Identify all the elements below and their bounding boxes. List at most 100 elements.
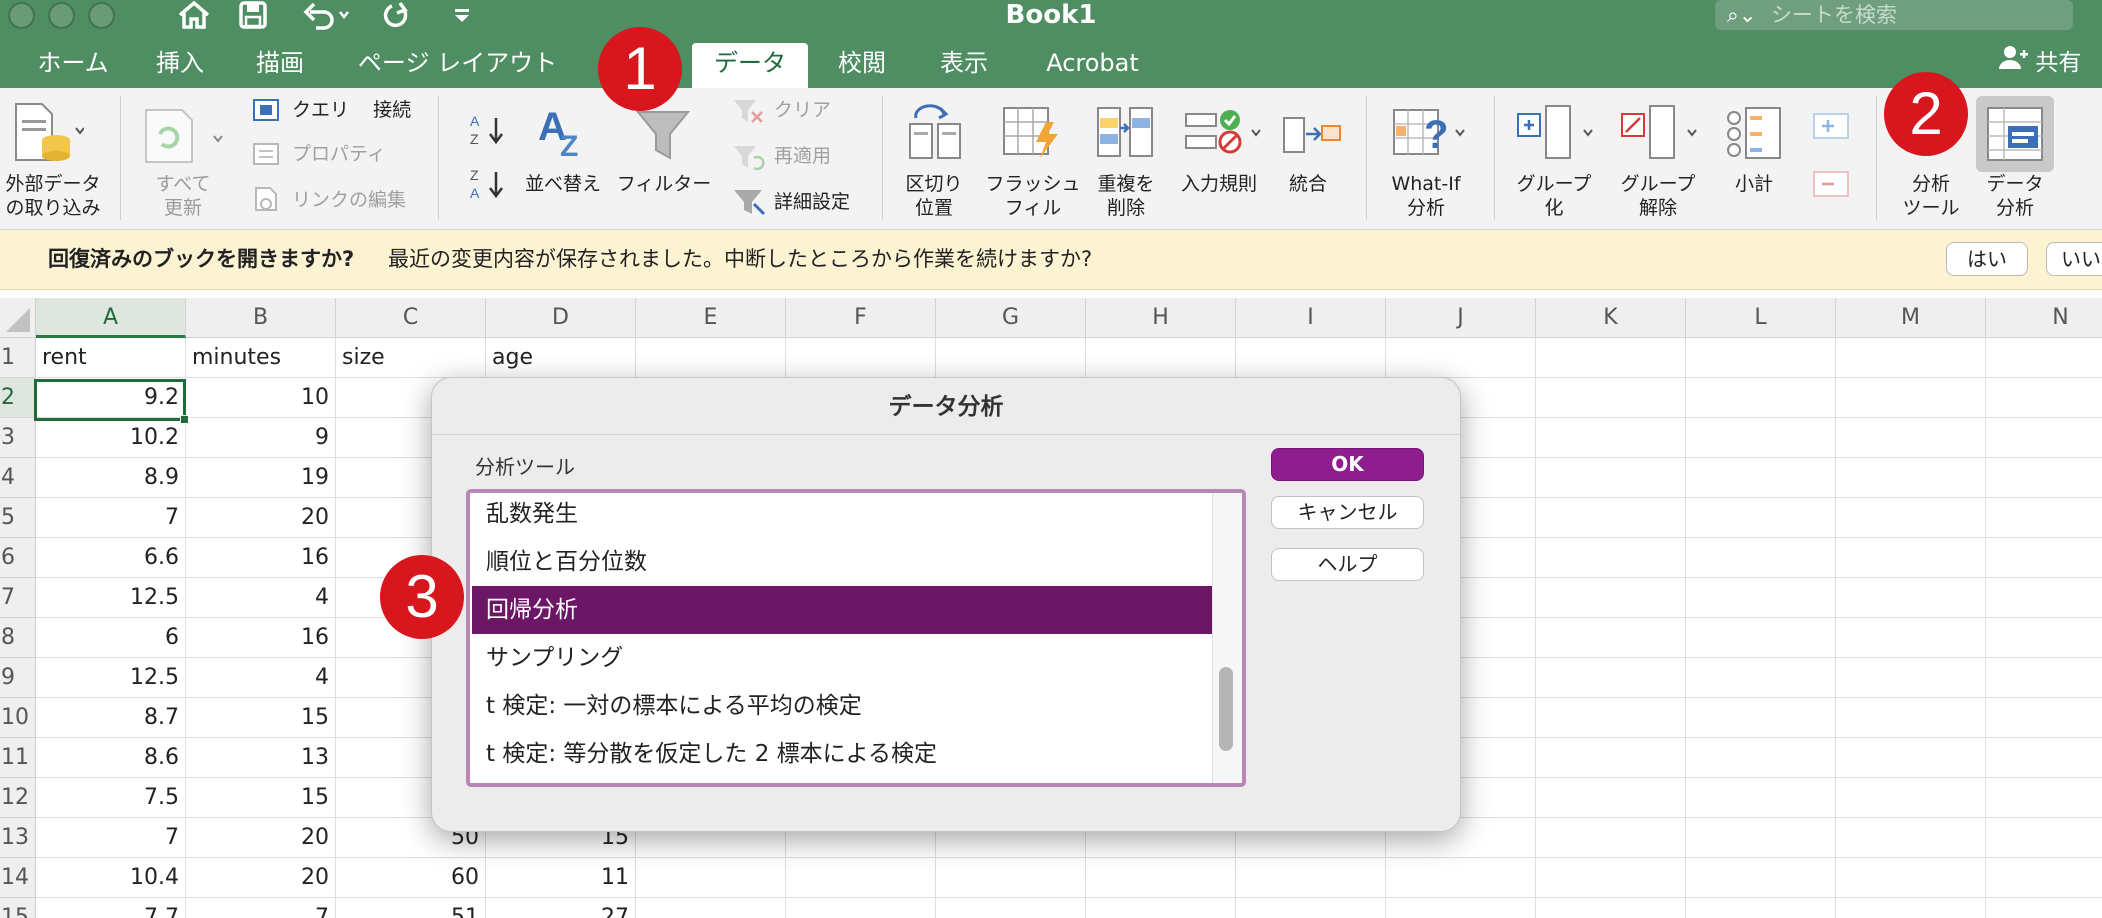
fill-handle[interactable] — [180, 415, 189, 424]
list-scrollbar[interactable] — [1212, 493, 1242, 783]
grid-cell[interactable] — [1536, 738, 1686, 778]
column-header-m[interactable]: M — [1836, 298, 1986, 338]
grid-cell[interactable] — [1086, 858, 1236, 898]
data-validation-icon[interactable] — [1184, 104, 1264, 164]
tool-item[interactable]: 乱数発生 — [472, 493, 1212, 538]
grid-cell[interactable]: 15 — [186, 778, 336, 818]
flash-fill-icon[interactable] — [1000, 104, 1064, 164]
row-header[interactable]: 1 — [0, 338, 36, 378]
grid-cell[interactable]: age — [486, 338, 636, 378]
reapply-button[interactable]: 再適用 — [774, 144, 831, 168]
grid-cell[interactable] — [1536, 658, 1686, 698]
grid-cell[interactable]: 4 — [186, 578, 336, 618]
advanced-button[interactable]: 詳細設定 — [774, 190, 850, 214]
row-header[interactable]: 14 — [0, 858, 36, 898]
what-if-icon[interactable]: ? — [1390, 104, 1470, 164]
tab-page-layout[interactable]: ページ レイアウト — [345, 43, 570, 83]
grid-cell[interactable] — [936, 898, 1086, 918]
column-header-e[interactable]: E — [636, 298, 786, 338]
grid-cell[interactable] — [1686, 618, 1836, 658]
grid-cell[interactable] — [1536, 458, 1686, 498]
grid-cell[interactable]: 10 — [186, 378, 336, 418]
grid-cell[interactable]: 20 — [186, 498, 336, 538]
grid-cell[interactable] — [1986, 658, 2102, 698]
grid-cell[interactable] — [1986, 618, 2102, 658]
grid-cell[interactable] — [1686, 698, 1836, 738]
grid-cell[interactable]: 8.9 — [36, 458, 186, 498]
grid-cell[interactable]: 11 — [486, 858, 636, 898]
grid-cell[interactable] — [1536, 418, 1686, 458]
notification-no-button[interactable]: いい — [2046, 242, 2102, 276]
grid-cell[interactable] — [1536, 538, 1686, 578]
consolidate-button[interactable]: 統合 — [1266, 172, 1350, 196]
cancel-button[interactable]: キャンセル — [1271, 496, 1424, 529]
grid-cell[interactable]: 9 — [186, 418, 336, 458]
grid-cell[interactable] — [1986, 378, 2102, 418]
tab-view[interactable]: 表示 — [918, 43, 1010, 83]
column-header-f[interactable]: F — [786, 298, 936, 338]
sheet-search-input[interactable]: ⌕⌄ シートを検索 — [1715, 0, 2073, 30]
grid-cell[interactable]: 8.7 — [36, 698, 186, 738]
grid-cell[interactable] — [1086, 898, 1236, 918]
tool-item[interactable]: サンプリング — [472, 634, 1212, 682]
column-header-n[interactable]: N — [1986, 298, 2102, 338]
grid-cell[interactable] — [1836, 378, 1986, 418]
remove-duplicates-icon[interactable] — [1096, 104, 1156, 164]
column-header-l[interactable]: L — [1686, 298, 1836, 338]
external-data-icon[interactable] — [14, 102, 85, 168]
group-icon[interactable] — [1516, 104, 1600, 164]
connections-label[interactable]: 接続 — [373, 99, 411, 121]
tool-item-selected[interactable]: 回帰分析 — [472, 586, 1212, 634]
grid-cell[interactable] — [786, 898, 936, 918]
grid-cell[interactable] — [1686, 658, 1836, 698]
row-header[interactable]: 12 — [0, 778, 36, 818]
row-header[interactable]: 11 — [0, 738, 36, 778]
row-header[interactable]: 8 — [0, 618, 36, 658]
grid-cell[interactable] — [1986, 818, 2102, 858]
grid-cell[interactable] — [1536, 338, 1686, 378]
column-header-b[interactable]: B — [186, 298, 336, 338]
grid-cell[interactable] — [1836, 578, 1986, 618]
grid-cell[interactable] — [1986, 698, 2102, 738]
properties-button[interactable]: プロパティ — [292, 142, 386, 166]
sort-descending-icon[interactable]: ZA — [468, 166, 508, 206]
data-analysis-button-highlight[interactable] — [1976, 96, 2054, 172]
grid-cell[interactable] — [1986, 338, 2102, 378]
grid-cell[interactable]: 20 — [186, 858, 336, 898]
ungroup-button[interactable]: グループ 解除 — [1608, 172, 1708, 220]
grid-cell[interactable]: 12.5 — [36, 578, 186, 618]
ok-button[interactable]: OK — [1271, 448, 1424, 481]
grid-cell[interactable] — [1386, 898, 1536, 918]
grid-cell[interactable] — [1536, 618, 1686, 658]
external-data-button[interactable]: 外部データ の取り込み — [0, 172, 106, 220]
scrollbar-thumb[interactable] — [1219, 667, 1233, 751]
row-header[interactable]: 15 — [0, 898, 36, 918]
grid-cell[interactable] — [1686, 818, 1836, 858]
grid-cell[interactable] — [636, 898, 786, 918]
grid-cell[interactable] — [1536, 898, 1686, 918]
text-to-columns-icon[interactable] — [906, 104, 964, 164]
grid-cell[interactable] — [1686, 578, 1836, 618]
help-button[interactable]: ヘルプ — [1271, 548, 1424, 581]
grid-cell[interactable] — [1386, 858, 1536, 898]
subtotal-button[interactable]: 小計 — [1712, 172, 1796, 196]
grid-cell[interactable] — [1986, 458, 2102, 498]
tab-draw[interactable]: 描画 — [240, 43, 320, 83]
grid-cell[interactable] — [1686, 778, 1836, 818]
grid-cell[interactable] — [1686, 538, 1836, 578]
grid-cell[interactable] — [1236, 338, 1386, 378]
tab-acrobat[interactable]: Acrobat — [1030, 43, 1155, 83]
grid-cell[interactable] — [936, 338, 1086, 378]
grid-cell[interactable] — [1536, 818, 1686, 858]
grid-cell[interactable] — [1986, 538, 2102, 578]
group-button[interactable]: グループ 化 — [1504, 172, 1604, 220]
grid-cell[interactable]: 6.6 — [36, 538, 186, 578]
row-header[interactable]: 10 — [0, 698, 36, 738]
grid-cell[interactable]: 19 — [186, 458, 336, 498]
grid-cell[interactable] — [1386, 338, 1536, 378]
tool-item[interactable]: 順位と百分位数 — [472, 538, 1212, 586]
grid-cell[interactable] — [1686, 858, 1836, 898]
grid-cell[interactable] — [1986, 778, 2102, 818]
hide-detail-icon[interactable] — [1812, 170, 1850, 202]
sort-icon[interactable]: AZ — [534, 104, 594, 164]
